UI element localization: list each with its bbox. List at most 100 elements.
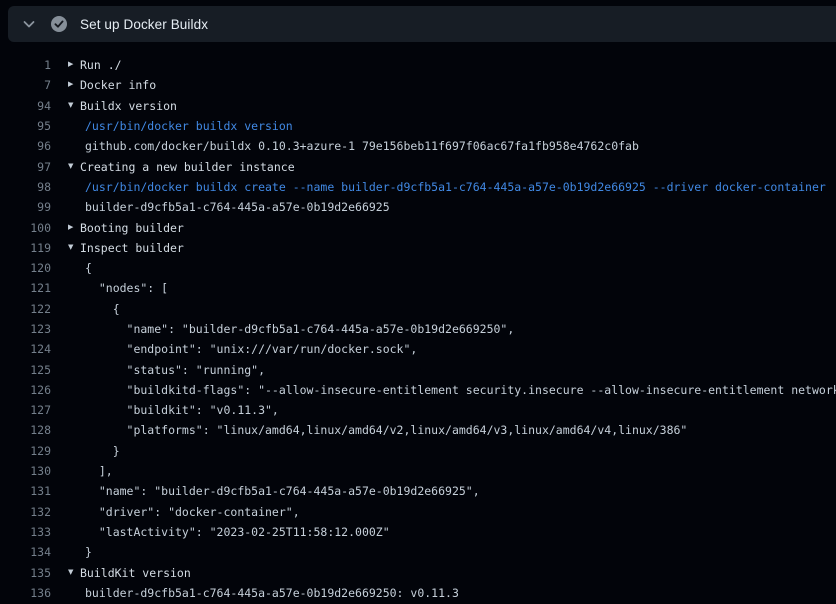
- chevron-down-icon[interactable]: [21, 16, 37, 32]
- group-title: BuildKit version: [80, 566, 191, 580]
- check-circle-icon: [50, 15, 68, 33]
- group-title: Booting builder: [80, 221, 184, 235]
- line-number[interactable]: 129: [0, 444, 51, 458]
- log-output-line: "endpoint": "unix:///var/run/docker.sock…: [68, 342, 417, 356]
- log-output-line: "status": "running",: [68, 363, 265, 377]
- log-row: 7 ▶Docker info: [0, 75, 836, 95]
- line-number[interactable]: 1: [0, 58, 51, 72]
- group-collapsed-arrow-icon: ▶: [68, 222, 80, 232]
- line-number[interactable]: 99: [0, 200, 51, 214]
- log-output-line: {: [68, 261, 92, 275]
- log-row: 126 "buildkitd-flags": "--allow-insecure…: [0, 380, 836, 400]
- log-row: 134}: [0, 542, 836, 562]
- log-row: 133 "lastActivity": "2023-02-25T11:58:12…: [0, 522, 836, 542]
- log-output-line: builder-d9cfb5a1-c764-445a-a57e-0b19d2e6…: [68, 200, 390, 214]
- log-row: 94 ▼Buildx version: [0, 96, 836, 116]
- log-output-line: ],: [68, 464, 113, 478]
- line-number[interactable]: 98: [0, 180, 51, 194]
- group-title: Inspect builder: [80, 241, 184, 255]
- group-title: Docker info: [80, 78, 156, 92]
- line-number[interactable]: 126: [0, 383, 51, 397]
- log-row: 120 {: [0, 258, 836, 278]
- log-output-line: "lastActivity": "2023-02-25T11:58:12.000…: [68, 525, 390, 539]
- log-row: 99 builder-d9cfb5a1-c764-445a-a57e-0b19d2…: [0, 197, 836, 217]
- log-output-line: }: [68, 444, 120, 458]
- log-row: 123 "name": "builder-d9cfb5a1-c764-445a-…: [0, 319, 836, 339]
- log-row: 135 ▼BuildKit version: [0, 562, 836, 582]
- log-row: 96 github.com/docker/buildx 0.10.3+azure-…: [0, 136, 836, 156]
- log-row: 100 ▶Booting builder: [0, 217, 836, 237]
- log-output-line: "platforms": "linux/amd64,linux/amd64/v2…: [68, 423, 687, 437]
- line-number[interactable]: 95: [0, 119, 51, 133]
- line-number[interactable]: 128: [0, 423, 51, 437]
- line-number[interactable]: 122: [0, 302, 51, 316]
- log-group-expanded[interactable]: ▼BuildKit version: [68, 566, 191, 580]
- line-number[interactable]: 96: [0, 139, 51, 153]
- log-row: 130 ],: [0, 461, 836, 481]
- log-row: 125 "status": "running",: [0, 359, 836, 379]
- line-number[interactable]: 134: [0, 545, 51, 559]
- line-number[interactable]: 131: [0, 484, 51, 498]
- line-number[interactable]: 132: [0, 505, 51, 519]
- log-group-expanded[interactable]: ▼Inspect builder: [68, 241, 184, 255]
- line-number[interactable]: 119: [0, 241, 51, 255]
- log-row: 129 }: [0, 441, 836, 461]
- line-number[interactable]: 133: [0, 525, 51, 539]
- log-group-collapsed[interactable]: ▶Docker info: [68, 78, 156, 92]
- log-row: 127 "buildkit": "v0.11.3",: [0, 400, 836, 420]
- log-row: 136 builder-d9cfb5a1-c764-445a-a57e-0b19d…: [0, 583, 836, 603]
- log-row: 95/usr/bin/docker buildx version: [0, 116, 836, 136]
- line-number[interactable]: 124: [0, 342, 51, 356]
- log-group-collapsed[interactable]: ▶Booting builder: [68, 221, 184, 235]
- log-group-expanded[interactable]: ▼Creating a new builder instance: [68, 160, 295, 174]
- step-title: Set up Docker Buildx: [80, 17, 208, 32]
- log-row: 132 "driver": "docker-container",: [0, 502, 836, 522]
- log-rows: 1▶Run ./7▶Docker info94▼Buildx version95…: [0, 55, 836, 603]
- log-row: 124 "endpoint": "unix:///var/run/docker.…: [0, 339, 836, 359]
- line-number[interactable]: 120: [0, 261, 51, 275]
- group-title: Buildx version: [80, 99, 177, 113]
- log-row: 122 {: [0, 299, 836, 319]
- line-number[interactable]: 136: [0, 586, 51, 600]
- log-group-expanded[interactable]: ▼Buildx version: [68, 99, 177, 113]
- group-collapsed-arrow-icon: ▶: [68, 60, 80, 70]
- line-number[interactable]: 94: [0, 99, 51, 113]
- log-group-collapsed[interactable]: ▶Run ./: [68, 58, 122, 72]
- group-title: Run ./: [80, 58, 122, 72]
- log-row: 121 "nodes": [: [0, 278, 836, 298]
- line-number[interactable]: 7: [0, 78, 51, 92]
- log-output-line: builder-d9cfb5a1-c764-445a-a57e-0b19d2e6…: [68, 586, 459, 600]
- line-number[interactable]: 130: [0, 464, 51, 478]
- log-command-line: /usr/bin/docker buildx create --name bui…: [68, 180, 826, 194]
- line-number[interactable]: 97: [0, 160, 51, 174]
- group-expanded-arrow-icon: ▼: [68, 242, 80, 252]
- group-expanded-arrow-icon: ▼: [68, 161, 80, 171]
- log-output-line: "nodes": [: [68, 281, 168, 295]
- group-collapsed-arrow-icon: ▶: [68, 80, 80, 90]
- log-output-line: }: [68, 545, 92, 559]
- log-row: 97 ▼Creating a new builder instance: [0, 156, 836, 176]
- group-title: Creating a new builder instance: [80, 160, 295, 174]
- log-output-line: github.com/docker/buildx 0.10.3+azure-1 …: [68, 139, 639, 153]
- log-row: 98/usr/bin/docker buildx create --name b…: [0, 177, 836, 197]
- line-number[interactable]: 121: [0, 281, 51, 295]
- log-row: 131 "name": "builder-d9cfb5a1-c764-445a-…: [0, 481, 836, 501]
- group-expanded-arrow-icon: ▼: [68, 100, 80, 110]
- step-header[interactable]: Set up Docker Buildx: [8, 6, 836, 42]
- line-number[interactable]: 100: [0, 221, 51, 235]
- log-output-line: "name": "builder-d9cfb5a1-c764-445a-a57e…: [68, 484, 480, 498]
- log-row: 128 "platforms": "linux/amd64,linux/amd6…: [0, 420, 836, 440]
- line-number[interactable]: 135: [0, 566, 51, 580]
- line-number[interactable]: 125: [0, 363, 51, 377]
- log-output-line: "name": "builder-d9cfb5a1-c764-445a-a57e…: [68, 322, 514, 336]
- log-row: 1 ▶Run ./: [0, 55, 836, 75]
- log-output-line: "buildkitd-flags": "--allow-insecure-ent…: [68, 383, 836, 397]
- log-command-line: /usr/bin/docker buildx version: [68, 119, 293, 133]
- log-output-line: "buildkit": "v0.11.3",: [68, 403, 279, 417]
- line-number[interactable]: 127: [0, 403, 51, 417]
- log-row: 119 ▼Inspect builder: [0, 238, 836, 258]
- log-output-line: "driver": "docker-container",: [68, 505, 300, 519]
- group-expanded-arrow-icon: ▼: [68, 567, 80, 577]
- line-number[interactable]: 123: [0, 322, 51, 336]
- log-output-line: {: [68, 302, 120, 316]
